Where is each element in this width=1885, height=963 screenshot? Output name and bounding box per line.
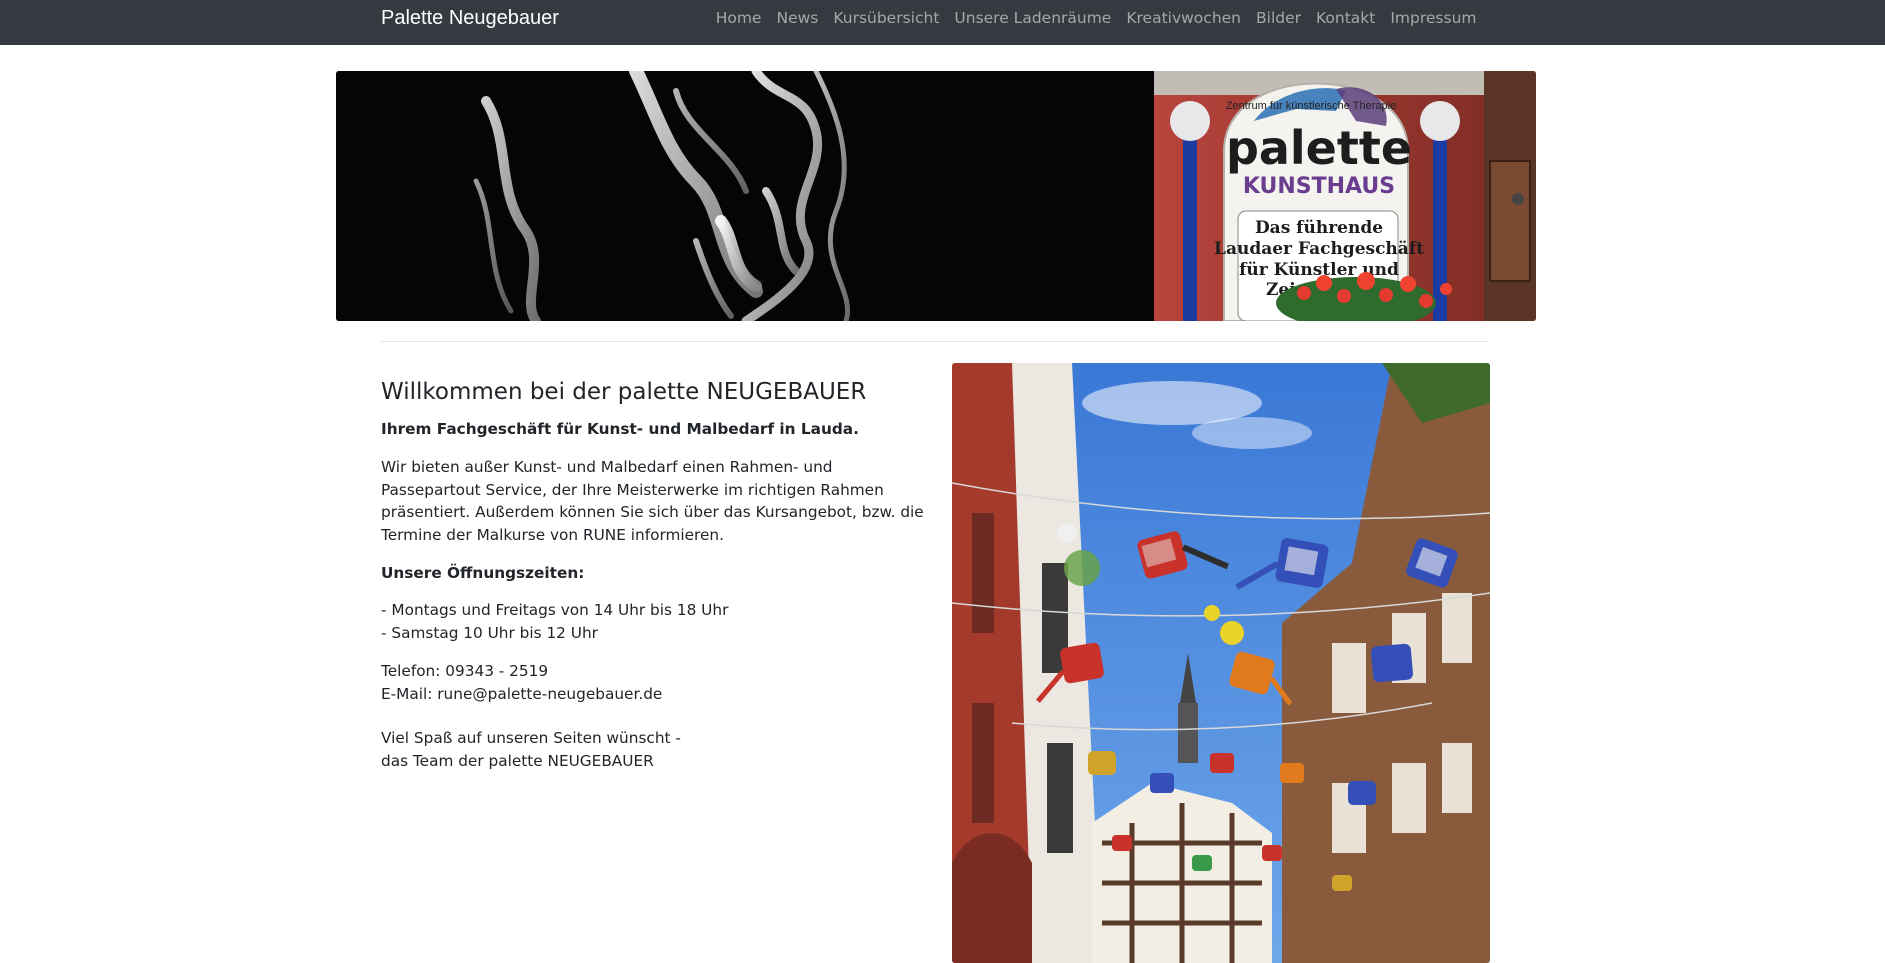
watering-cans-street-image: [952, 363, 1490, 963]
street-photo: [952, 363, 1490, 963]
page-title: Willkommen bei der palette NEUGEBAUER: [381, 379, 867, 405]
intro-text: Wir bieten außer Kunst- und Malbedarf ei…: [381, 458, 924, 544]
top-navbar: Palette Neugebauer Home News Kursübersic…: [0, 0, 1885, 45]
nav-menu: Home News Kursübersicht Unsere Ladenräum…: [708, 0, 1484, 37]
sign-arc-text: Zentrum für künstlerische Therapie: [1226, 100, 1396, 112]
shop-sign-photo: Zentrum für künstlerische Therapie palet…: [1154, 71, 1536, 321]
sign-logo-text: palette: [1226, 121, 1412, 175]
nav-link-kreativwochen[interactable]: Kreativwochen: [1119, 0, 1249, 37]
sign-subtitle: KUNSTHAUS: [1243, 174, 1395, 199]
banner-image: Zentrum für künstlerische Therapie palet…: [336, 71, 1536, 321]
section-divider: [381, 341, 1489, 342]
nav-link-ladenraeume[interactable]: Unsere Ladenräume: [947, 0, 1119, 37]
closing-line: das Team der palette NEUGEBAUER: [381, 751, 654, 770]
opening-hours-line: - Montags und Freitags von 14 Uhr bis 18…: [381, 601, 729, 619]
email-text: E-Mail: rune@palette-neugebauer.de: [381, 684, 663, 703]
opening-hours-title: Unsere Öffnungszeiten:: [381, 564, 585, 582]
nav-link-kontakt[interactable]: Kontakt: [1309, 0, 1383, 37]
closing-line: Viel Spaß auf unseren Seiten wünscht -: [381, 729, 681, 747]
nav-link-kursuebersicht[interactable]: Kursübersicht: [826, 0, 947, 37]
sign-line-1: Das führende: [1255, 218, 1383, 238]
closing-text: Viel Spaß auf unseren Seiten wünscht - d…: [381, 727, 936, 772]
brand-link[interactable]: Palette Neugebauer: [381, 0, 559, 37]
opening-hours-line: - Samstag 10 Uhr bis 12 Uhr: [381, 623, 598, 642]
sign-line-2: Laudaer Fachgeschäft: [1214, 239, 1424, 259]
opening-hours: - Montags und Freitags von 14 Uhr bis 18…: [381, 599, 936, 644]
header-banner: Zentrum für künstlerische Therapie palet…: [336, 71, 1536, 321]
contact-info: Telefon: 09343 - 2519 E-Mail: rune@palet…: [381, 660, 936, 705]
phone-text: Telefon: 09343 - 2519: [381, 662, 549, 680]
welcome-section: Willkommen bei der palette NEUGEBAUER Ih…: [381, 376, 936, 788]
nav-link-home[interactable]: Home: [708, 0, 769, 37]
nav-link-impressum[interactable]: Impressum: [1383, 0, 1484, 37]
nav-link-bilder[interactable]: Bilder: [1249, 0, 1309, 37]
nav-link-news[interactable]: News: [769, 0, 826, 37]
welcome-subtitle: Ihrem Fachgeschäft für Kunst- und Malbed…: [381, 420, 859, 438]
